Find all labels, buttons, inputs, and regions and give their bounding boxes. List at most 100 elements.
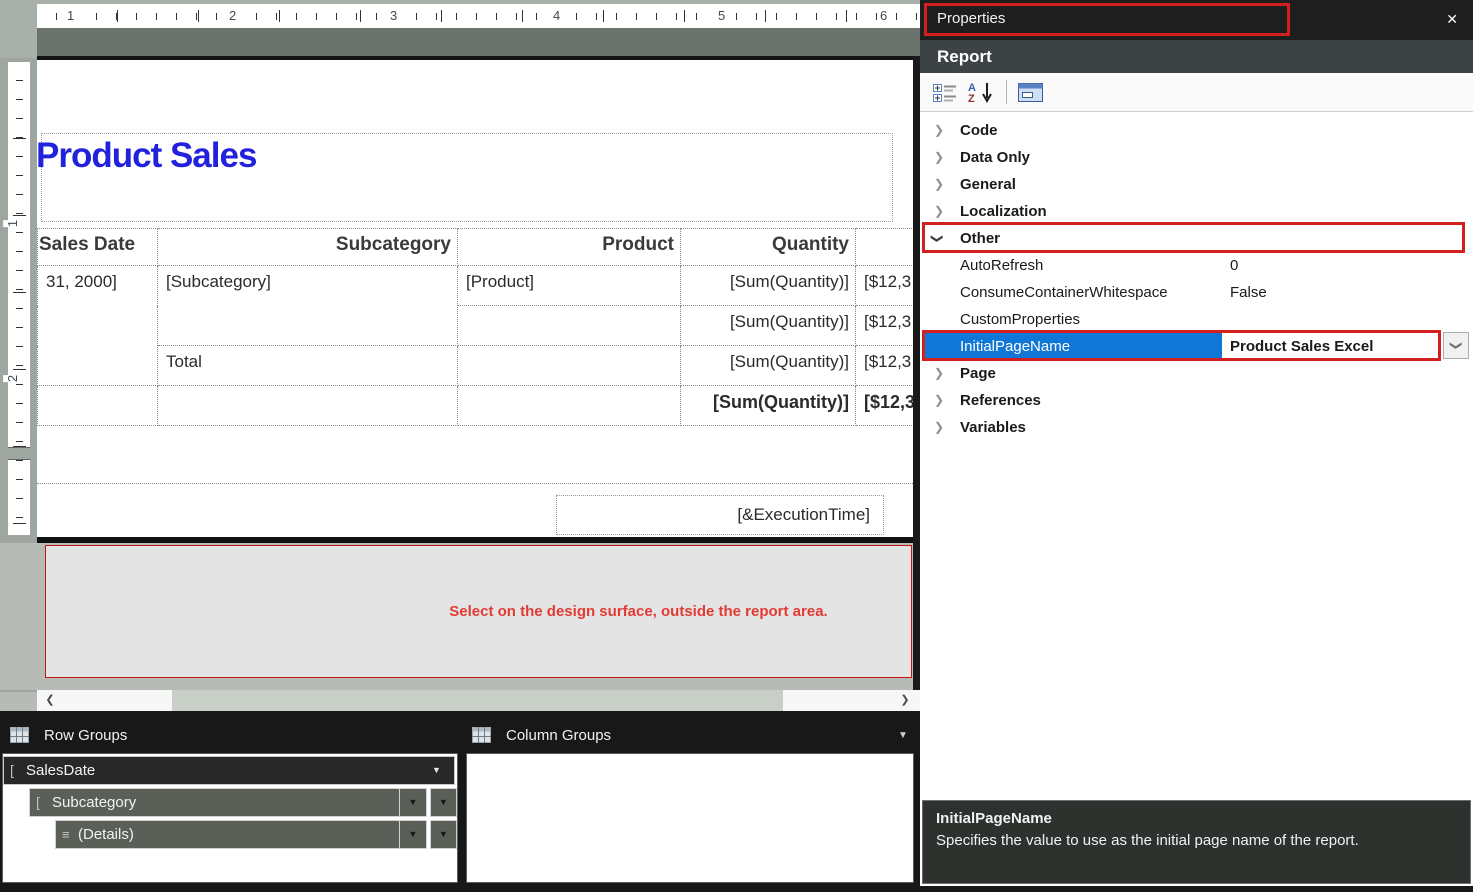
details-icon: ≡	[62, 821, 70, 848]
dropdown-icon: ▼	[439, 829, 448, 839]
category-row-references[interactable]: ❯ References	[920, 387, 1473, 414]
group-menu-icon[interactable]: ▼	[423, 757, 450, 784]
cell-product[interactable]: [Product]	[458, 266, 681, 306]
row-group-details[interactable]: ≡ (Details) ▼	[55, 820, 427, 849]
cell-sum-sales[interactable]: [$12,3	[856, 306, 914, 346]
cell-sum-quantity[interactable]: [Sum(Quantity)]	[681, 306, 856, 346]
column-groups-label: Column Groups	[506, 720, 611, 751]
category-row-page[interactable]: ❯ Page	[920, 360, 1473, 387]
property-row-autorefresh[interactable]: AutoRefresh 0	[920, 252, 1473, 279]
horizontal-ruler: 1 2 3 4 5 6	[37, 4, 920, 28]
value-dropdown-button[interactable]: ❯	[1443, 332, 1469, 359]
category-row-other[interactable]: ❯ Other	[920, 225, 1473, 252]
description-title: InitialPageName	[936, 810, 1457, 827]
report-page[interactable]: Product Sales Sales Date Subcategory Pro…	[37, 60, 913, 537]
group-extra-menu-button[interactable]: ▼	[430, 820, 457, 849]
column-groups-list[interactable]	[466, 753, 914, 883]
selected-object-name: Report	[937, 40, 992, 73]
chevron-right-icon[interactable]: ❯	[934, 414, 944, 441]
header-cell-salesdate[interactable]: Sales Date	[38, 229, 158, 266]
highlighted-surface-area[interactable]: Select on the design surface, outside th…	[45, 545, 912, 678]
vertical-ruler: 1 2	[8, 62, 30, 535]
property-row-initialpagename[interactable]: InitialPageName Product Sales Excel	[920, 333, 1473, 360]
grouping-pane-header: Row Groups Column Groups ▼	[0, 720, 920, 751]
header-cell-product[interactable]: Product	[458, 229, 681, 266]
ruler-number: 2	[226, 7, 239, 24]
scroll-left-arrow-icon[interactable]: ❮	[39, 690, 61, 711]
horizontal-scrollbar[interactable]: ❮ ❯	[37, 690, 920, 711]
panel-divider	[0, 711, 920, 720]
design-surface[interactable]: 1 2 3 4 5 6 1 2 Product Sales Sales Date…	[0, 0, 920, 892]
categorized-view-button[interactable]	[928, 77, 962, 107]
chevron-right-icon[interactable]: ❯	[934, 171, 944, 198]
category-row-variables[interactable]: ❯ Variables	[920, 414, 1473, 441]
tablix-table: Sales Date Subcategory Product Quantity …	[37, 228, 913, 426]
svg-text:Z: Z	[968, 93, 975, 103]
property-pages-button[interactable]	[1013, 77, 1048, 107]
chevron-right-icon[interactable]: ❯	[934, 360, 944, 387]
cell-empty[interactable]	[158, 386, 458, 426]
cell-grand-total-quantity[interactable]: [Sum(Quantity)]	[681, 386, 856, 426]
cell-salesdate-group[interactable]: 31, 2000]	[38, 266, 158, 386]
execution-time-textbox[interactable]: [&ExecutionTime]	[556, 495, 884, 535]
column-groups-icon	[472, 727, 491, 743]
ruler-number: 2	[3, 375, 22, 382]
column-groups-menu-icon[interactable]: ▼	[898, 720, 908, 751]
chevron-right-icon[interactable]: ❯	[934, 198, 944, 225]
category-row-code[interactable]: ❯ Code	[920, 117, 1473, 144]
alphabetical-sort-button[interactable]: A Z	[962, 77, 1000, 107]
description-text: Specifies the value to use as the initia…	[936, 832, 1457, 849]
close-icon[interactable]: ✕	[1446, 11, 1458, 28]
chevron-right-icon[interactable]: ❯	[934, 387, 944, 414]
report-title-textbox[interactable]: Product Sales	[41, 133, 893, 222]
group-menu-icon[interactable]: ▼	[399, 821, 426, 848]
ruler-corner	[0, 0, 37, 58]
report-title: Product Sales	[37, 136, 256, 176]
cell-empty[interactable]	[458, 346, 681, 386]
row-groups-list: [ SalesDate ▼ [ Subcategory ▼ ▼ ≡ (Detai…	[2, 753, 458, 883]
ruler-number: 3	[387, 7, 400, 24]
property-grid: ❯ Code ❯ Data Only ❯ General ❯ Localizat…	[920, 112, 1473, 800]
row-group-subcategory[interactable]: [ Subcategory ▼	[29, 788, 427, 817]
cell-empty[interactable]	[458, 386, 681, 426]
chevron-right-icon[interactable]: ❯	[934, 144, 944, 171]
properties-titlebar: Properties ✕	[920, 0, 1473, 40]
scrollbar-thumb[interactable]	[172, 690, 783, 711]
chevron-down-icon: ❯	[1444, 340, 1469, 350]
category-row-localization[interactable]: ❯ Localization	[920, 198, 1473, 225]
page-right-edge	[913, 56, 920, 690]
category-row-data-only[interactable]: ❯ Data Only	[920, 144, 1473, 171]
cell-total-label[interactable]: Total	[158, 346, 458, 386]
cell-sum-quantity[interactable]: [Sum(Quantity)]	[681, 346, 856, 386]
category-row-general[interactable]: ❯ General	[920, 171, 1473, 198]
ruler-number: 6	[877, 7, 890, 24]
group-extra-menu-button[interactable]: ▼	[430, 788, 457, 817]
chevron-right-icon[interactable]: ❯	[934, 117, 944, 144]
section-splitter[interactable]	[8, 447, 30, 460]
cell-empty[interactable]	[38, 386, 158, 426]
group-bracket-icon: [	[36, 789, 40, 816]
property-row-customproperties[interactable]: CustomProperties	[920, 306, 1473, 333]
scroll-right-arrow-icon[interactable]: ❯	[894, 690, 916, 711]
ruler-number: 1	[3, 220, 22, 227]
body-footer-divider	[37, 483, 913, 484]
cell-sum-quantity[interactable]: [Sum(Quantity)]	[681, 266, 856, 306]
chevron-down-icon[interactable]: ❯	[924, 233, 951, 243]
ruler-number: 1	[64, 7, 77, 24]
cell-sum-sales[interactable]: [$12,3	[856, 346, 914, 386]
cell-grand-total-sales[interactable]: [$12,3	[856, 386, 914, 426]
cell-empty[interactable]	[458, 306, 681, 346]
properties-title: Properties	[937, 10, 1005, 27]
cell-sum-sales[interactable]: [$12,3	[856, 266, 914, 306]
property-row-consumecontainerwhitespace[interactable]: ConsumeContainerWhitespace False	[920, 279, 1473, 306]
cell-subcategory-group[interactable]: [Subcategory]	[158, 266, 458, 346]
grouping-pane: Row Groups Column Groups ▼ [ SalesDate ▼	[0, 720, 920, 892]
header-cell-clipped[interactable]	[856, 229, 914, 266]
selected-object-bar: Report	[920, 40, 1473, 73]
report-designer-window: 1 2 3 4 5 6 1 2 Product Sales Sales Date…	[0, 0, 1473, 892]
ruler-number: 5	[715, 7, 728, 24]
row-group-salesdate[interactable]: [ SalesDate ▼	[3, 756, 455, 785]
header-cell-subcategory[interactable]: Subcategory	[158, 229, 458, 266]
header-cell-quantity[interactable]: Quantity	[681, 229, 856, 266]
group-menu-icon[interactable]: ▼	[399, 789, 426, 816]
